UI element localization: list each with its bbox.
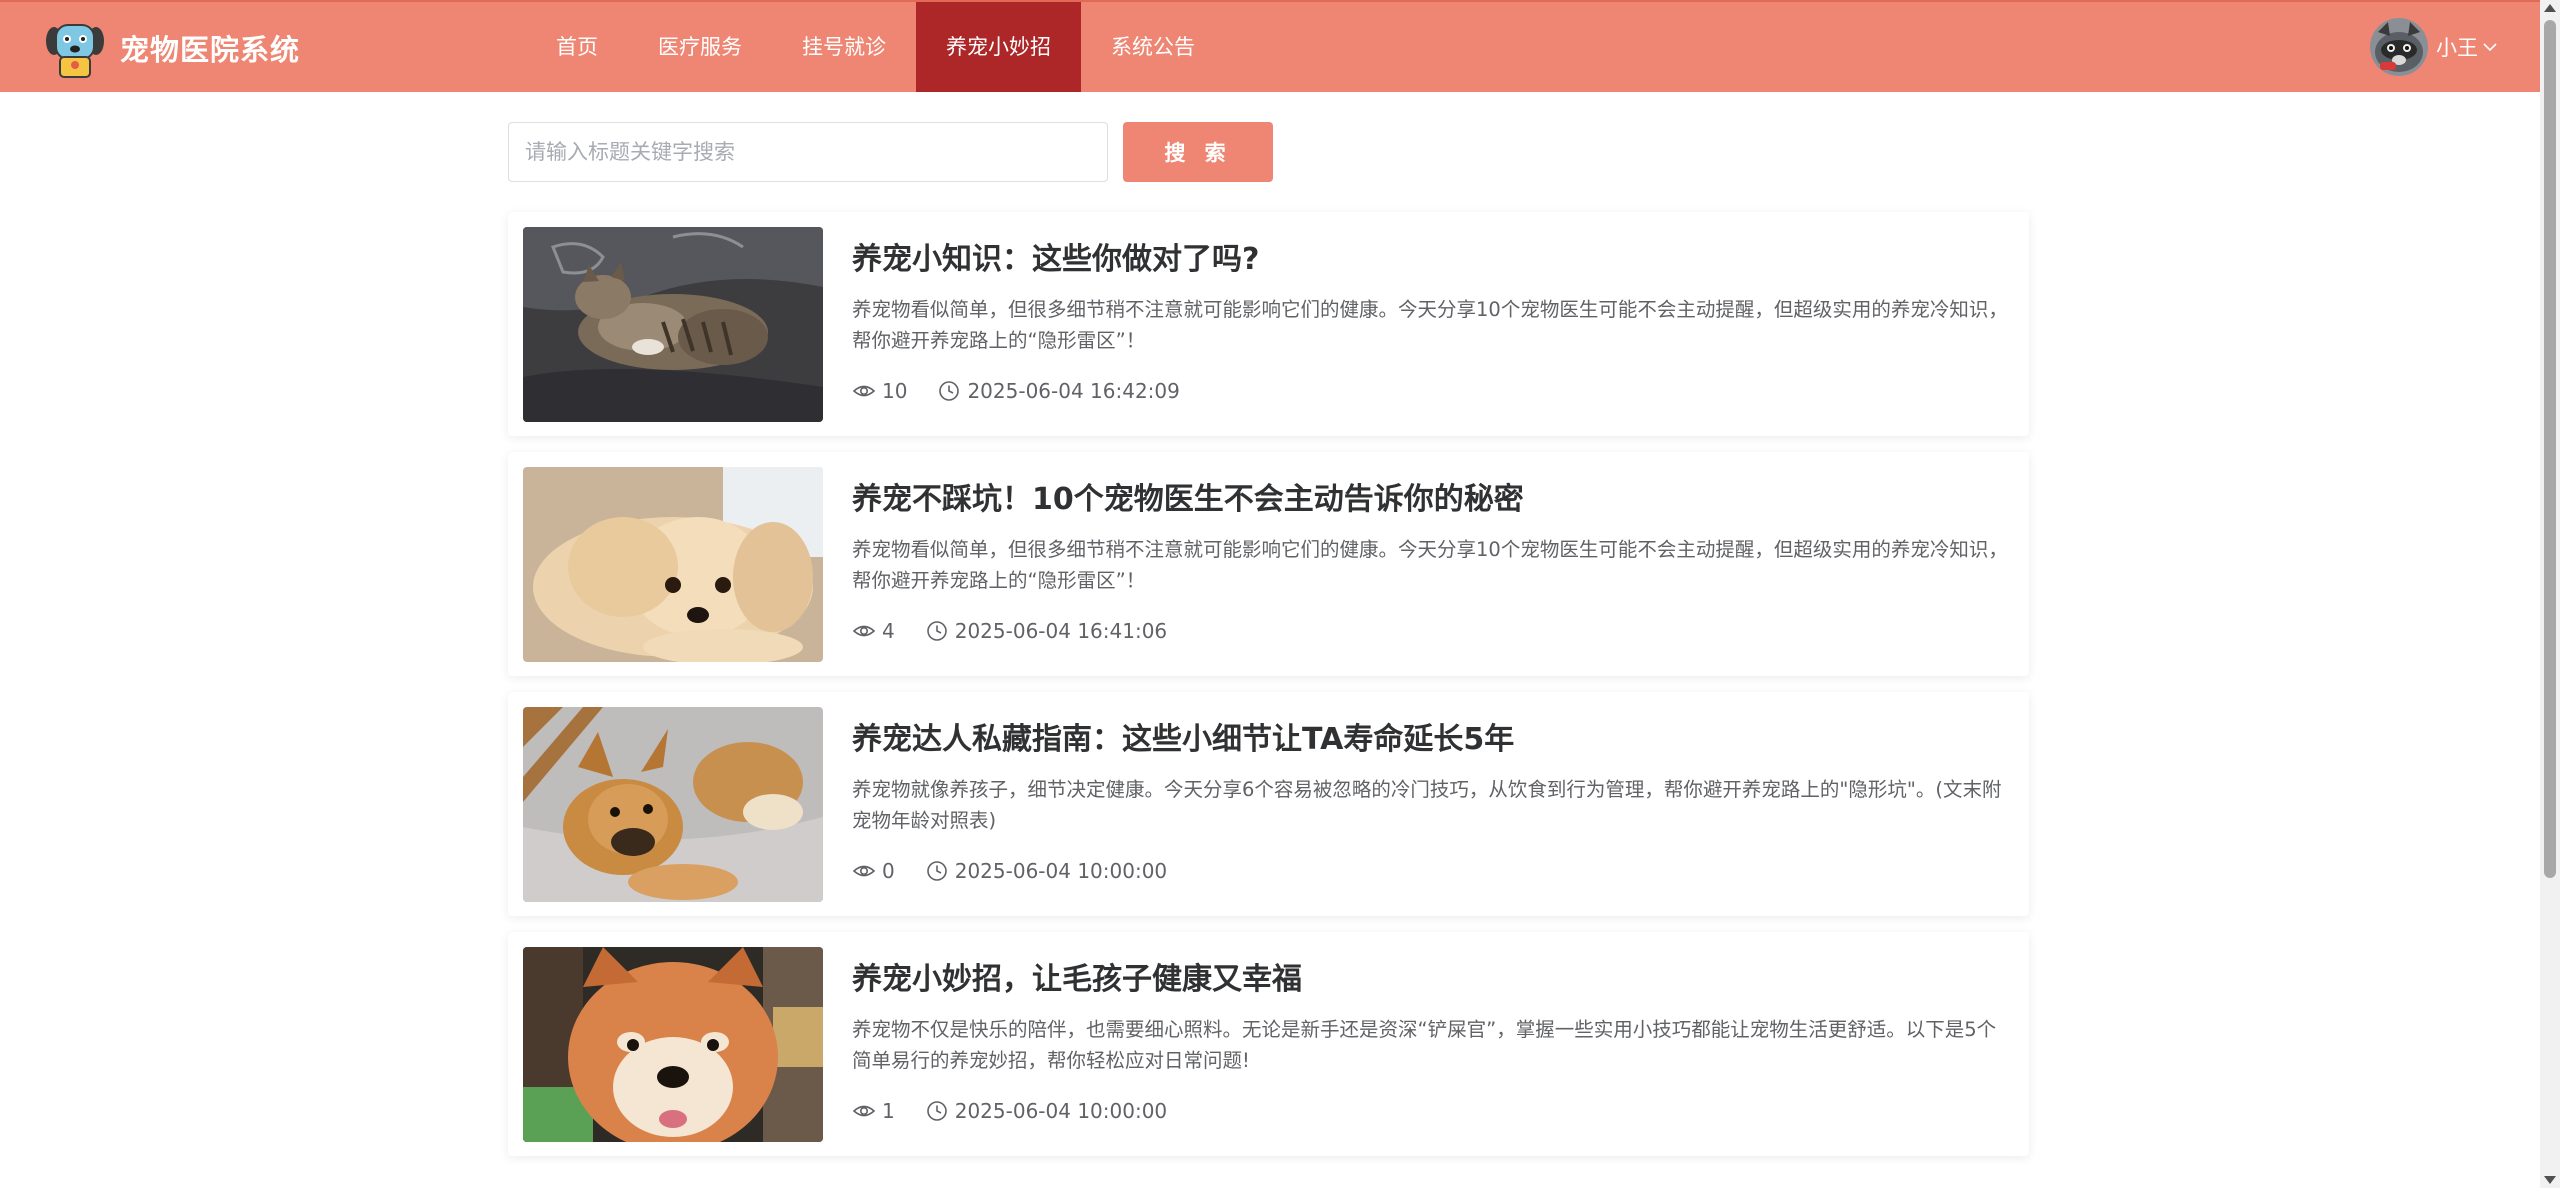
article-title[interactable]: 养宠达人私藏指南：这些小细节让TA寿命延长5年 (852, 714, 1514, 758)
avatar[interactable] (2370, 18, 2428, 76)
top-header: 宠物医院系统 首页 医疗服务 挂号就诊 养宠小妙招 系统公告 小王 (0, 0, 2540, 92)
article-desc: 养宠物看似简单，但很多细节稍不注意就可能影响它们的健康。今天分享10个宠物医生可… (852, 298, 2008, 352)
article-card[interactable]: 养宠达人私藏指南：这些小细节让TA寿命延长5年 养宠物就像养孩子，细节决定健康。… (508, 692, 2029, 916)
publish-time: 2025-06-04 16:42:09 (967, 379, 1180, 403)
article-card[interactable]: 养宠小知识：这些你做对了吗? 养宠物看似简单，但很多细节稍不注意就可能影响它们的… (508, 212, 2029, 436)
article-meta: 1 2025-06-04 10:00:00 (852, 1096, 1167, 1126)
article-time: 2025-06-04 16:42:09 (937, 379, 1180, 403)
user-menu[interactable]: 小王 (2370, 18, 2498, 76)
article-thumbnail[interactable] (523, 947, 823, 1142)
nav-home[interactable]: 首页 (526, 2, 628, 92)
article-card[interactable]: 养宠小妙招，让毛孩子健康又幸福 养宠物不仅是快乐的陪伴，也需要细心照料。无论是新… (508, 932, 2029, 1156)
article-title[interactable]: 养宠不踩坑！10个宠物医生不会主动告诉你的秘密 (852, 474, 1524, 518)
fluffy-dog-image (523, 467, 823, 662)
article-title[interactable]: 养宠小知识：这些你做对了吗? (852, 234, 1259, 278)
publish-time: 2025-06-04 16:41:06 (954, 619, 1168, 643)
article-time: 2025-06-04 10:00:00 (925, 859, 1167, 883)
main-nav: 首页 医疗服务 挂号就诊 养宠小妙招 系统公告 (526, 2, 1225, 92)
eye-icon (852, 1105, 876, 1117)
article-views: 1 (852, 1099, 895, 1123)
views-count: 1 (882, 1099, 895, 1123)
clock-icon (939, 381, 960, 401)
puppies-image (523, 707, 823, 902)
scrollbar-thumb[interactable] (2544, 20, 2556, 878)
user-name: 小王 (2436, 36, 2478, 60)
app-title: 宠物医院系统 (120, 33, 301, 67)
article-thumbnail[interactable] (523, 707, 823, 902)
article-thumbnail[interactable] (523, 227, 823, 422)
nav-announcements[interactable]: 系统公告 (1081, 2, 1225, 92)
eye-icon (852, 385, 876, 397)
views-count: 0 (882, 859, 895, 883)
article-time: 2025-06-04 10:00:00 (925, 1099, 1167, 1123)
article-views: 4 (852, 619, 895, 643)
article-meta: 0 2025-06-04 10:00:00 (852, 856, 1167, 886)
dog-logo-icon (46, 24, 104, 78)
eye-icon (852, 865, 876, 877)
nav-pet-tips[interactable]: 养宠小妙招 (916, 2, 1081, 92)
views-count: 10 (882, 379, 908, 403)
article-meta: 10 2025-06-04 16:42:09 (852, 376, 1180, 406)
article-meta: 4 2025-06-04 16:41:06 (852, 616, 1167, 646)
nav-registration[interactable]: 挂号就诊 (772, 2, 916, 92)
search-button[interactable]: 搜 索 (1123, 122, 1273, 182)
scroll-down-arrow-icon[interactable] (2544, 1176, 2556, 1184)
article-desc: 养宠物不仅是快乐的陪伴，也需要细心照料。无论是新手还是资深“铲屎官”，掌握一些实… (852, 1018, 1997, 1072)
publish-time: 2025-06-04 10:00:00 (954, 859, 1168, 883)
article-desc: 养宠物看似简单，但很多细节稍不注意就可能影响它们的健康。今天分享10个宠物医生可… (852, 538, 2008, 592)
article-views: 0 (852, 859, 895, 883)
article-time: 2025-06-04 16:41:06 (925, 619, 1167, 643)
clock-icon (926, 1101, 947, 1121)
scroll-up-arrow-icon[interactable] (2544, 4, 2556, 12)
article-views: 10 (852, 379, 907, 403)
nav-medical-services[interactable]: 医疗服务 (628, 2, 772, 92)
article-desc: 养宠物就像养孩子，细节决定健康。今天分享6个容易被忽略的冷门技巧，从饮食到行为管… (852, 778, 2002, 832)
article-title[interactable]: 养宠小妙招，让毛孩子健康又幸福 (852, 954, 1302, 998)
clock-icon (926, 621, 947, 641)
shiba-inu-image (523, 947, 823, 1142)
page-scrollbar[interactable] (2540, 0, 2560, 1188)
brand[interactable]: 宠物医院系统 (44, 16, 300, 80)
article-thumbnail[interactable] (523, 467, 823, 662)
publish-time: 2025-06-04 10:00:00 (954, 1099, 1168, 1123)
eye-icon (852, 625, 876, 637)
clock-icon (926, 861, 947, 881)
views-count: 4 (882, 619, 895, 643)
chevron-down-icon (2483, 43, 2497, 52)
raccoon-avatar-icon (2370, 18, 2428, 76)
article-card[interactable]: 养宠不踩坑！10个宠物医生不会主动告诉你的秘密 养宠物看似简单，但很多细节稍不注… (508, 452, 2029, 676)
search-input[interactable] (508, 122, 1108, 182)
tabby-cat-image (523, 227, 823, 422)
